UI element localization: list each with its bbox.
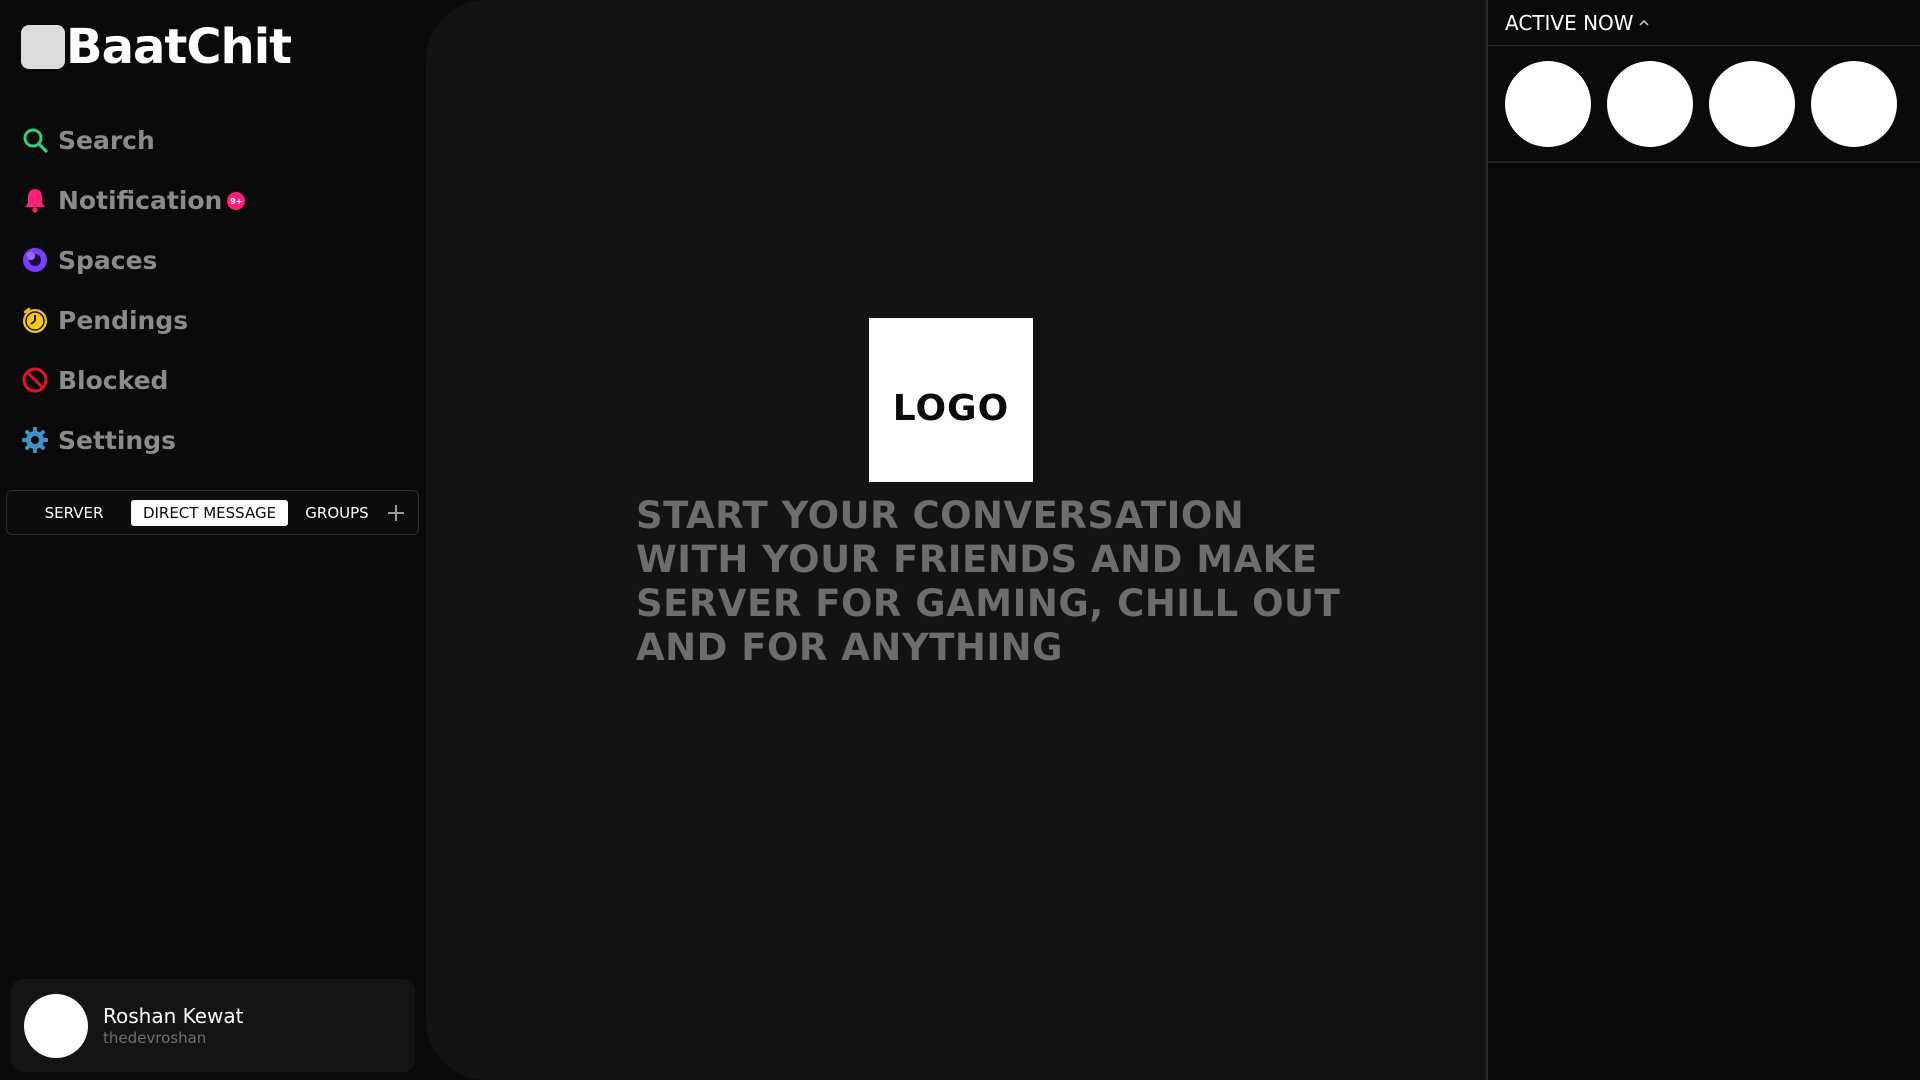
gear-icon: [21, 426, 49, 454]
welcome-tagline: START YOUR CONVERSATION WITH YOUR FRIEND…: [636, 494, 1341, 669]
sidebar-item-label: Search: [58, 125, 155, 155]
sidebar-item-label: Notification: [58, 185, 223, 215]
tab-groups[interactable]: GROUPS: [297, 500, 377, 526]
active-now-header[interactable]: ACTIVE NOW: [1488, 0, 1920, 46]
logo-text: LOGO: [892, 387, 1010, 429]
main-panel: LOGO START YOUR CONVERSATION WITH YOUR F…: [426, 0, 1486, 1080]
sidebar-item-pendings[interactable]: Pendings: [21, 290, 401, 350]
active-users-list: [1488, 46, 1920, 163]
sidebar: BaatChit Search Notification 9+ Spaces P…: [0, 0, 426, 1080]
sidebar-item-label: Settings: [58, 425, 177, 455]
clock-icon: [21, 306, 49, 334]
app-logo: LOGO: [869, 318, 1033, 482]
brand-logo: [21, 25, 65, 69]
active-now-title: ACTIVE NOW: [1505, 10, 1634, 35]
app-window: BaatChit Search Notification 9+ Spaces P…: [0, 0, 1920, 1080]
add-button[interactable]: [384, 501, 408, 525]
block-icon: [21, 366, 49, 394]
avatar[interactable]: [24, 993, 88, 1058]
bell-icon: [21, 186, 49, 214]
sidebar-nav: Search Notification 9+ Spaces Pendings B…: [21, 110, 401, 470]
brand-name: BaatChit: [66, 19, 292, 75]
user-name: Roshan Kewat: [103, 1003, 244, 1028]
active-user-avatar[interactable]: [1811, 60, 1897, 147]
tab-server[interactable]: SERVER: [33, 500, 115, 526]
sidebar-item-blocked[interactable]: Blocked: [21, 350, 401, 410]
chevron-up-icon[interactable]: [1638, 17, 1650, 29]
sidebar-item-notification[interactable]: Notification 9+: [21, 170, 401, 230]
sidebar-item-label: Pendings: [58, 305, 189, 335]
sidebar-item-label: Blocked: [58, 365, 169, 395]
user-meta: Roshan Kewat thedevroshan: [103, 1004, 244, 1048]
sidebar-item-label: Spaces: [58, 245, 158, 275]
sidebar-item-settings[interactable]: Settings: [21, 410, 401, 470]
user-profile-card[interactable]: Roshan Kewat thedevroshan: [11, 979, 415, 1072]
active-user-avatar[interactable]: [1505, 60, 1591, 147]
sidebar-item-search[interactable]: Search: [21, 110, 401, 170]
user-handle: thedevroshan: [103, 1028, 207, 1047]
plus-icon: [388, 504, 404, 521]
conversation-tabs: SERVER DIRECT MESSAGE GROUPS: [6, 490, 419, 535]
brand[interactable]: BaatChit: [21, 19, 292, 75]
active-now-panel: ACTIVE NOW: [1486, 0, 1920, 1080]
active-user-avatar[interactable]: [1607, 60, 1693, 147]
notification-badge: 9+: [227, 192, 246, 210]
active-user-avatar[interactable]: [1709, 60, 1795, 147]
spaces-icon: [21, 246, 49, 274]
sidebar-item-spaces[interactable]: Spaces: [21, 230, 401, 290]
search-icon: [21, 126, 49, 154]
tab-direct-message[interactable]: DIRECT MESSAGE: [131, 499, 288, 526]
